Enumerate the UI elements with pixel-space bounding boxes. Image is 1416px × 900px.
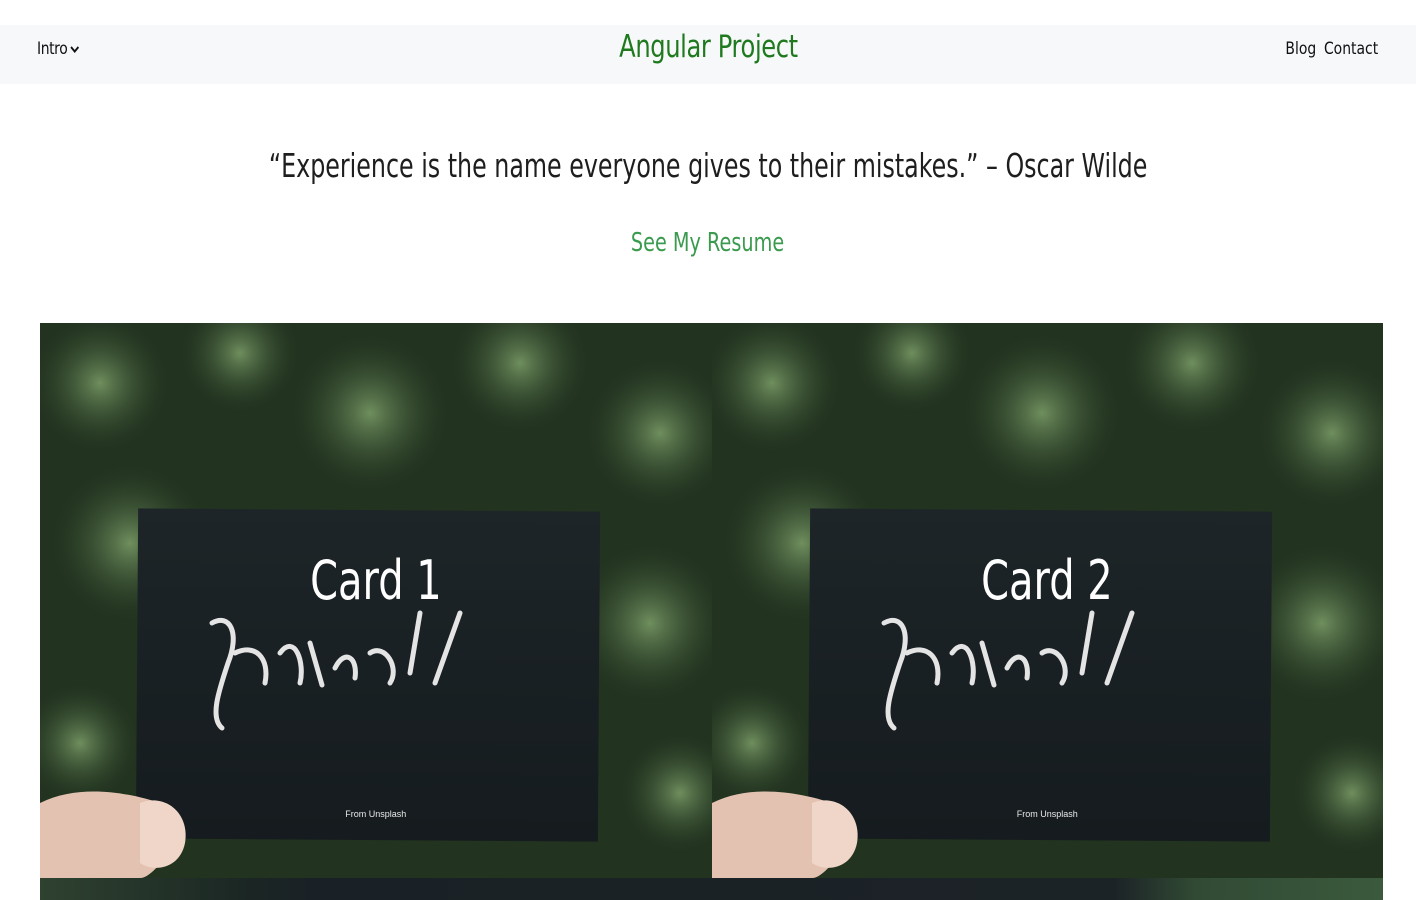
nav-link-blog[interactable]: Blog — [1286, 39, 1317, 59]
see-resume-link[interactable]: See My Resume — [0, 228, 1416, 258]
cards-grid: Card 1 From Unsplash Card 2 From Unsplas… — [40, 323, 1383, 878]
brand-title[interactable]: Angular Project — [0, 29, 1416, 65]
card-credit: From Unsplash — [1016, 809, 1078, 819]
card-2[interactable]: Card 2 From Unsplash — [711, 323, 1383, 878]
nav-links: Blog Contact — [1282, 39, 1384, 59]
nav-link-contact[interactable]: Contact — [1324, 39, 1378, 59]
card-title: Card 2 — [981, 549, 1114, 612]
card-credit: From Unsplash — [345, 809, 407, 819]
next-card-row-partial — [40, 878, 1383, 900]
hero-quote: “Experience is the name everyone gives t… — [268, 146, 1148, 185]
top-navbar: Intro Angular Project Blog Contact — [0, 25, 1416, 84]
card-title: Card 1 — [309, 549, 442, 612]
card-1[interactable]: Card 1 From Unsplash — [40, 323, 712, 878]
